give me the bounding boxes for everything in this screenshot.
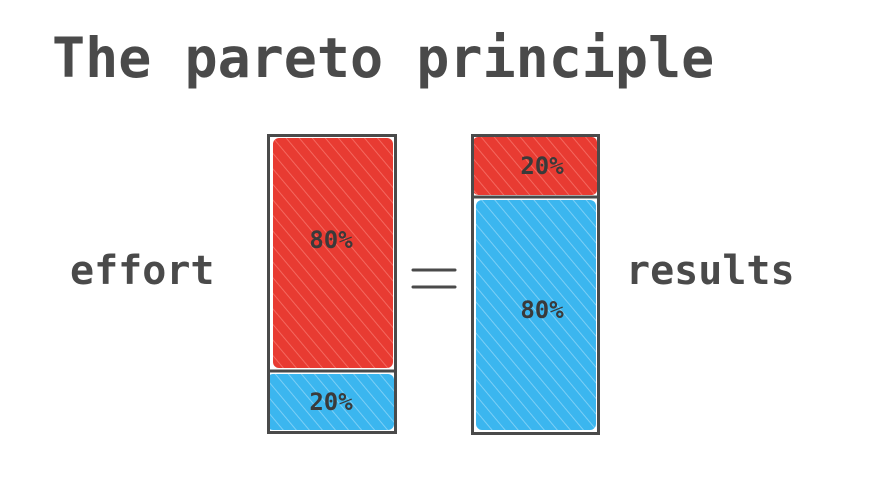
- bars-svg: 80% 20% 20% 80%: [267, 134, 600, 435]
- results-80-label: 80%: [520, 296, 564, 324]
- effort-bar: 80% 20%: [267, 134, 397, 434]
- effort-80-label: 80%: [309, 226, 353, 254]
- results-bar: 20% 80%: [471, 134, 600, 435]
- equals-sign: [411, 268, 457, 289]
- pareto-diagram: The pareto principle effort results 80% …: [0, 0, 872, 492]
- effort-20-label: 20%: [309, 388, 353, 416]
- results-20-label: 20%: [520, 152, 564, 180]
